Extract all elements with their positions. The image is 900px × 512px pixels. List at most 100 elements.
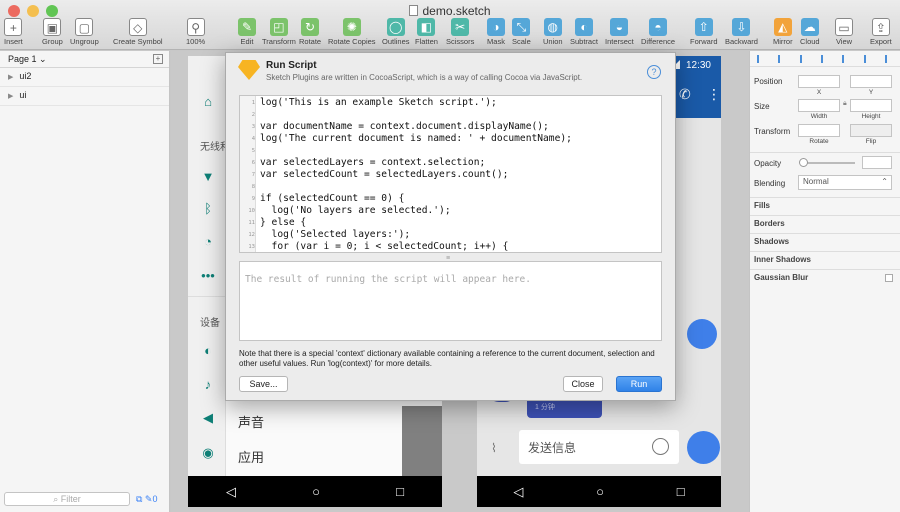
bubble-text: 1 分钟 [535,404,555,411]
toolbar-difference-button[interactable]: ◓ Difference [641,18,675,46]
rotate-field[interactable] [798,124,840,137]
close-button[interactable]: Close [563,376,603,392]
section-label: 设备 [200,318,220,329]
toolbar-rotate-copies-button[interactable]: ✺ Rotate Copies [328,18,376,46]
toolbar-mask-button[interactable]: ◑ Mask [487,18,505,46]
bluetooth-icon: ᛒ [204,201,212,216]
union-icon: ◍ [543,18,562,36]
width-field[interactable] [798,99,840,112]
toolbar-label: Rotate Copies [328,37,376,46]
add-page-icon[interactable]: + [153,54,163,64]
code-line: 11} else { [240,217,661,229]
opacity-slider[interactable] [800,162,855,164]
line-number: 7 [251,172,255,178]
page-selector[interactable]: Page 1 ⌄ + [0,51,169,68]
toolbar-cloud-button[interactable]: ☁ Cloud [800,18,820,46]
line-number: 2 [251,112,255,118]
flip-buttons[interactable] [850,124,892,137]
toolbar-forward-button[interactable]: ⇧ Forward [690,18,718,46]
run-button[interactable]: Run [616,376,662,392]
zoom-icon: ⚲ [186,18,205,36]
message-placeholder: 发送信息 [528,441,577,455]
toolbar-100-button[interactable]: ⚲ 100% [186,18,205,46]
code-text: for (var i = 0; i < selectedCount; i++) … [260,241,509,252]
y-field[interactable] [850,75,892,88]
more-icon: ••• [201,268,215,283]
disclosure-triangle-icon[interactable]: ▶ [8,74,13,81]
toolbar-rotate-button[interactable]: ↻ Rotate [299,18,321,46]
line-number: 13 [248,244,255,250]
toolbar-export-button[interactable]: ⇪ Export [870,18,892,46]
intersect-icon: ◒ [610,18,629,36]
alignment-toolbar [750,51,900,67]
code-text: log('Selected layers:'); [260,229,411,240]
layer-row[interactable]: ▶ ui [0,87,169,106]
height-field[interactable] [850,99,892,112]
home-circle-icon: ○ [596,484,604,499]
align-center-icon[interactable] [778,54,786,63]
disclosure-triangle-icon[interactable]: ▶ [8,93,13,100]
blending-select[interactable]: Normal ⌃ [798,175,892,190]
filter-count: 0 [152,494,158,504]
toolbar-backward-button[interactable]: ⇩ Backward [725,18,758,46]
align-right-icon[interactable] [799,54,808,63]
inner-shadows-section[interactable]: Inner Shadows [750,251,900,269]
toolbar-group-button[interactable]: ▣ Group [42,18,63,46]
position-label: Position [754,77,783,86]
layer-name: ui2 [19,71,32,81]
toolbar-scissors-button[interactable]: ✂ Scissors [446,18,474,46]
align-middle-icon[interactable] [842,54,850,63]
toolbar-transform-button[interactable]: ◰ Transform [262,18,296,46]
toolbar-mirror-button[interactable]: ◭ Mirror [773,18,793,46]
divider [750,152,900,153]
distribute-icon[interactable] [885,54,893,63]
grey-block [402,406,442,476]
opacity-slider-knob[interactable] [799,158,808,167]
align-bottom-icon[interactable] [863,54,872,63]
toolbar-ungroup-button[interactable]: ▢ Ungroup [70,18,99,46]
x-field[interactable] [798,75,840,88]
line-number: 1 [251,100,255,106]
layer-row[interactable]: ▶ ui2 [0,68,169,87]
toolbar-view-button[interactable]: ▭ View [835,18,853,46]
filter-options[interactable]: ⧉ ✎0 [136,494,157,505]
toolbar-outlines-button[interactable]: ◯ Outlines [382,18,410,46]
lock-icon[interactable]: 🔒︎ [843,100,847,108]
toolbar-flatten-button[interactable]: ◧ Flatten [415,18,438,46]
toolbar-label: Ungroup [70,37,99,46]
line-number: 3 [251,124,255,130]
fills-section[interactable]: Fills [750,197,900,215]
toolbar-label: 100% [186,37,206,46]
toolbar-scale-button[interactable]: ⤡ Scale [512,18,531,46]
code-line: 1 log('This is an example Sketch script.'… [240,97,661,109]
toolbar-edit-button[interactable]: ✎ Edit [238,18,256,46]
toolbar-create-symbol-button[interactable]: ◇ Create Symbol [113,18,163,46]
save-button[interactable]: Save... [239,376,288,392]
layer-name: ui [19,90,27,100]
help-icon[interactable]: ? [647,65,661,79]
toolbar-label: Outlines [382,37,410,46]
toolbar-intersect-button[interactable]: ◒ Intersect [605,18,634,46]
code-text: var documentName = context.document.disp… [260,121,549,132]
toolbar-union-button[interactable]: ◍ Union [543,18,563,46]
align-left-icon[interactable] [756,54,765,63]
output-placeholder: The result of running the script will ap… [245,274,531,285]
toolbar-label: Flatten [415,37,438,46]
shadows-section[interactable]: Shadows [750,233,900,251]
toolbar-insert-button[interactable]: + Insert [4,18,23,46]
context-note: Note that there is a special 'context' d… [239,349,655,368]
borders-section[interactable]: Borders [750,215,900,233]
toolbar-subtract-button[interactable]: ◐ Subtract [570,18,598,46]
mirror-icon: ◭ [773,18,792,36]
line-number: 6 [251,160,255,166]
layers-panel: Page 1 ⌄ + ▶ ui2 ▶ ui ⌕ Filter ⧉ ✎0 [0,51,170,512]
opacity-label: Opacity [754,159,782,168]
opacity-field[interactable] [862,156,892,169]
align-top-icon[interactable] [820,54,829,63]
size-label: Size [754,102,770,111]
run-script-dialog: Run Script Sketch Plugins are written in… [225,52,676,401]
blur-checkbox[interactable] [885,274,893,282]
filter-input[interactable]: ⌕ Filter [4,492,130,506]
script-editor[interactable]: 1 log('This is an example Sketch script.'… [239,95,662,253]
gaussian-blur-section[interactable]: Gaussian Blur [750,269,900,287]
